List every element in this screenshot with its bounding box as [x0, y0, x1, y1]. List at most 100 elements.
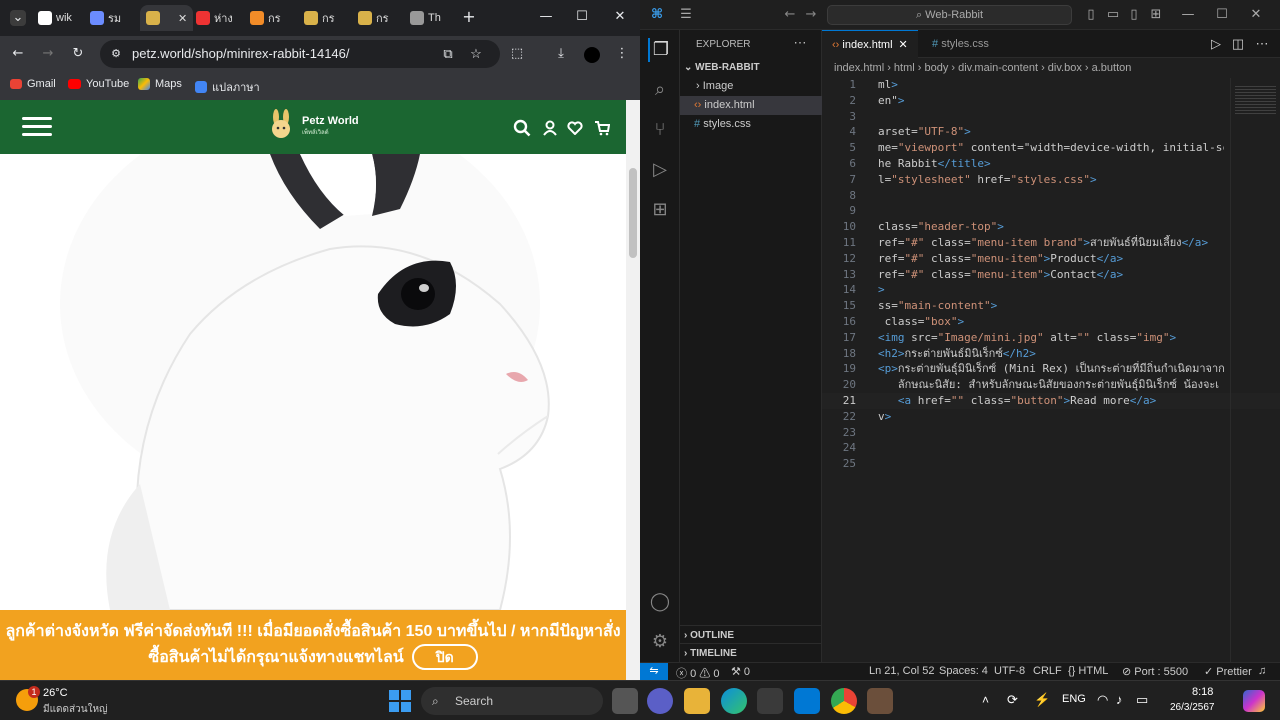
reload-icon[interactable]: ↻: [70, 46, 86, 62]
forward-icon[interactable]: →: [40, 46, 56, 62]
new-tab-icon[interactable]: +: [461, 9, 477, 25]
search-icon[interactable]: [513, 119, 531, 137]
browser-tab[interactable]: รม: [84, 5, 127, 31]
close-tab-icon[interactable]: ✕: [178, 12, 187, 25]
accounts-icon[interactable]: ◯: [648, 590, 672, 614]
close-tab-icon[interactable]: ✕: [899, 39, 908, 51]
code-line[interactable]: 15 ss="main-content">: [822, 298, 1280, 314]
toggle-panel-icon[interactable]: ▭: [1105, 7, 1121, 23]
cart-icon[interactable]: [594, 120, 610, 136]
nav-back-icon[interactable]: ←: [782, 7, 798, 23]
code-line[interactable]: 22 v>: [822, 409, 1280, 425]
address-bar[interactable]: ⚙ petz.world/shop/minirex-rabbit-14146/ …: [100, 40, 500, 68]
weather-temperature[interactable]: 26°C: [43, 687, 68, 699]
run-debug-icon[interactable]: ▷: [648, 158, 672, 182]
file-styles-css[interactable]: # styles.css: [680, 115, 822, 134]
project-folder[interactable]: ⌄ WEB-RABBIT: [680, 58, 822, 77]
explorer-icon[interactable]: ❐: [648, 38, 672, 62]
windows-start-icon[interactable]: [389, 690, 411, 712]
bookmark-star-icon[interactable]: ☆: [468, 46, 484, 62]
copilot-icon[interactable]: [1243, 690, 1265, 712]
code-line[interactable]: 20 ลักษณะนิสัย: สำหรับลักษณะนิสัยของกระต…: [822, 377, 1280, 393]
minimize-icon[interactable]: —: [538, 9, 554, 25]
store-icon[interactable]: [757, 688, 783, 714]
more-actions-icon[interactable]: ⋯: [792, 35, 808, 51]
site-info-icon[interactable]: ⚙: [108, 46, 124, 62]
task-view-icon[interactable]: [612, 688, 638, 714]
outline-section[interactable]: › OUTLINE: [680, 625, 822, 644]
back-icon[interactable]: ←: [10, 46, 26, 62]
maximize-icon[interactable]: ☐: [574, 9, 590, 25]
close-window-icon[interactable]: ✕: [612, 9, 628, 25]
command-center[interactable]: ⌕ Web-Rabbit: [827, 5, 1072, 25]
code-line[interactable]: 10 class="header-top">: [822, 219, 1280, 235]
source-control-icon[interactable]: ⑂: [648, 118, 672, 142]
live-server-port[interactable]: ⊘ Port : 5500: [1122, 665, 1188, 678]
code-line[interactable]: 1 ml>: [822, 77, 1280, 93]
close-window-icon[interactable]: ✕: [1248, 7, 1264, 23]
breadcrumb-item[interactable]: index.html: [834, 62, 884, 74]
folder-image[interactable]: › Image: [680, 77, 822, 96]
code-line[interactable]: 19 <p>กระต่ายพันธุ์มินิเร็กซ์ (Mini Rex) …: [822, 361, 1280, 377]
page-scrollbar[interactable]: [626, 100, 640, 680]
code-line[interactable]: 5 me="viewport" content="width=device-wid…: [822, 140, 1280, 156]
code-line[interactable]: 11 ref="#" class="menu-item brand">สายพัน…: [822, 235, 1280, 251]
bookmark-youtube[interactable]: YouTube: [68, 78, 129, 90]
taskbar-search[interactable]: ⌕ Search: [421, 687, 603, 715]
tab-search-icon[interactable]: ⌄: [10, 10, 26, 26]
breadcrumb-item[interactable]: div.box: [1048, 62, 1082, 74]
breadcrumb-item[interactable]: a.button: [1092, 62, 1132, 74]
code-line[interactable]: 9: [822, 203, 1280, 219]
install-app-icon[interactable]: ⧉: [440, 46, 456, 62]
line-ending[interactable]: CRLF: [1033, 665, 1062, 677]
profile-avatar[interactable]: [584, 47, 600, 63]
code-line[interactable]: 18 <h2>กระต่ายพันธ์มินิเร็กซ์</h2>: [822, 346, 1280, 362]
file-index-html[interactable]: ‹› index.html: [680, 96, 822, 115]
more-actions-icon[interactable]: ⋯: [1254, 36, 1270, 52]
browser-tab[interactable]: กร: [244, 5, 287, 31]
tab-index-html[interactable]: ‹› index.html ✕: [822, 30, 918, 58]
code-line[interactable]: 4 arset="UTF-8">: [822, 124, 1280, 140]
nav-forward-icon[interactable]: →: [803, 7, 819, 23]
minimap[interactable]: [1230, 78, 1280, 662]
clock-date[interactable]: 26/3/2567: [1170, 702, 1215, 713]
remote-indicator-icon[interactable]: ⇋: [640, 663, 668, 680]
wifi-icon[interactable]: ◠: [1097, 692, 1108, 708]
language-mode[interactable]: {} HTML: [1068, 665, 1108, 677]
clock-time[interactable]: 8:18: [1192, 686, 1213, 698]
hamburger-menu-icon[interactable]: [22, 112, 52, 141]
minimize-icon[interactable]: —: [1180, 7, 1196, 23]
edge-icon[interactable]: [721, 688, 747, 714]
code-line[interactable]: 7 l="stylesheet" href="styles.css">: [822, 172, 1280, 188]
browser-tab[interactable]: กร: [352, 5, 395, 31]
encoding[interactable]: UTF-8: [994, 665, 1025, 677]
toggle-secondary-sidebar-icon[interactable]: ▯: [1126, 7, 1142, 23]
bookmark-translate[interactable]: แปลภาษา: [195, 78, 260, 96]
breadcrumb-item[interactable]: div.main-content: [958, 62, 1038, 74]
run-icon[interactable]: ▷: [1208, 36, 1224, 52]
split-editor-icon[interactable]: ◫: [1230, 36, 1246, 52]
breadcrumb-item[interactable]: body: [924, 62, 948, 74]
download-icon[interactable]: ⤓: [553, 46, 569, 62]
file-explorer-icon[interactable]: [684, 688, 710, 714]
code-line[interactable]: 23: [822, 425, 1280, 441]
account-icon[interactable]: [543, 120, 557, 136]
customize-layout-icon[interactable]: ⊞: [1148, 7, 1164, 23]
code-line[interactable]: 2 en">: [822, 93, 1280, 109]
indentation[interactable]: Spaces: 4: [939, 665, 988, 677]
network-status-icon[interactable]: ⚡: [1034, 692, 1050, 708]
banner-close-button[interactable]: ปิด: [411, 644, 478, 670]
problems-indicator[interactable]: ⓧ 0 ⚠ 0: [676, 665, 719, 681]
code-line[interactable]: 6 he Rabbit</title>: [822, 156, 1280, 172]
code-line[interactable]: 12 ref="#" class="menu-item">Product</a>: [822, 251, 1280, 267]
weather-description[interactable]: มีแดดส่วนใหญ่: [43, 702, 108, 717]
browser-tab[interactable]: ✕: [140, 5, 194, 31]
volume-icon[interactable]: ♪: [1116, 692, 1123, 707]
code-line[interactable]: 24: [822, 440, 1280, 456]
browser-tab[interactable]: กร: [298, 5, 341, 31]
prettier-status[interactable]: ✓ Prettier: [1204, 665, 1252, 678]
code-line[interactable]: 17 <img src="Image/mini.jpg" alt="" class…: [822, 330, 1280, 346]
ports-indicator[interactable]: ⚒ 0: [731, 665, 750, 678]
code-line[interactable]: 25: [822, 456, 1280, 472]
bookmark-gmail[interactable]: Gmail: [10, 78, 56, 90]
